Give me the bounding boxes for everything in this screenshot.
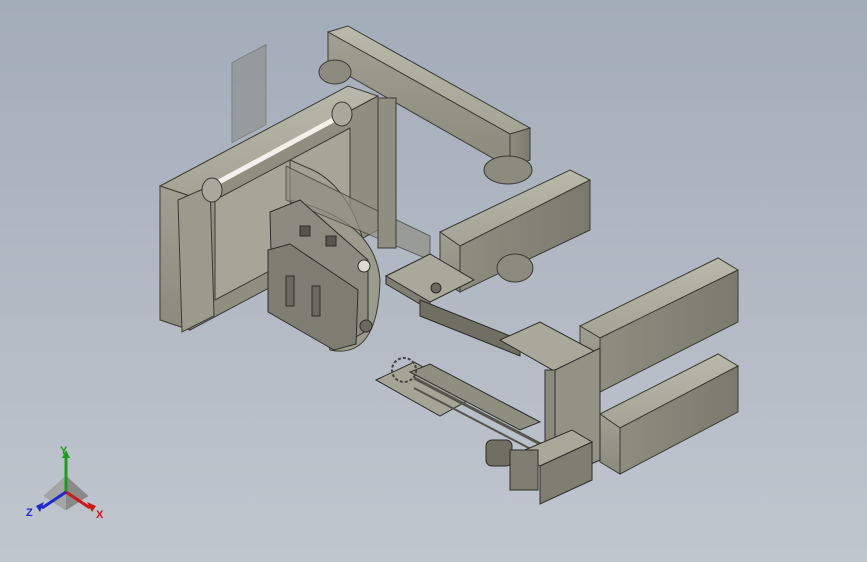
- x-axis-label: X: [96, 509, 104, 521]
- cad-viewport[interactable]: Y X Z: [0, 0, 867, 562]
- z-axis-label: Z: [26, 507, 33, 519]
- left-support-post: [377, 97, 397, 249]
- y-axis-label: Y: [60, 446, 68, 457]
- orientation-triad[interactable]: Y X Z: [24, 446, 108, 526]
- 3d-model-view[interactable]: [0, 0, 867, 562]
